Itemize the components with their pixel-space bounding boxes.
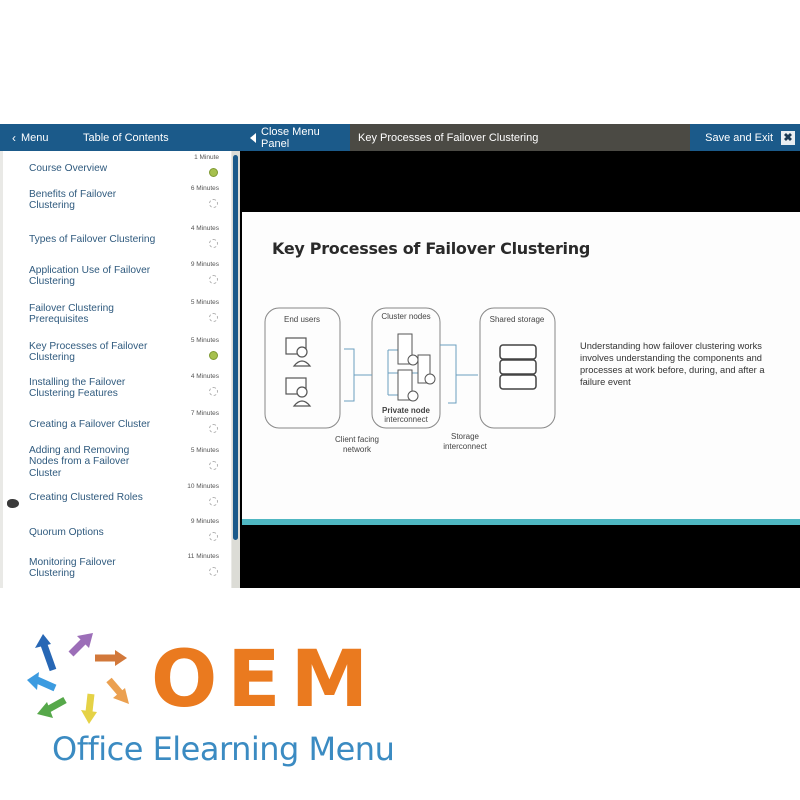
status-not-started-icon: [209, 497, 218, 506]
lesson-title: Key Processes of Failover Clustering: [350, 124, 690, 151]
status-not-started-icon: [209, 313, 218, 322]
toc-scrollbar-thumb[interactable]: [233, 155, 238, 540]
storage-interconnect-label: interconnect: [443, 442, 487, 451]
player-top-bar: ‹ Menu Table of Contents Close Menu Pane…: [0, 124, 800, 151]
toc-item-label: Application Use of Failover Clustering: [29, 264, 151, 288]
status-not-started-icon: [209, 532, 218, 541]
close-menu-panel-label: Close Menu Panel: [261, 125, 320, 150]
toc-item-label: Creating a Failover Cluster: [29, 419, 151, 431]
toc-item-duration: 10 Minutes: [187, 483, 219, 490]
toc-item-label: Types of Failover Clustering: [29, 234, 156, 246]
storage-label: Storage: [451, 432, 480, 441]
status-not-started-icon: [209, 387, 218, 396]
toc-item[interactable]: Failover Clustering Prerequisites 5 Minut…: [3, 296, 231, 332]
toc-item[interactable]: Monitoring Failover Clustering 11 Minutes: [3, 550, 231, 586]
toc-item-label: Failover Clustering Prerequisites: [29, 302, 114, 326]
toc-item-label: Quorum Options: [29, 527, 104, 539]
toc-item[interactable]: Application Use of Failover Clustering 9 …: [3, 258, 231, 294]
toc-item-duration: 11 Minutes: [187, 553, 219, 560]
menu-label: Menu: [21, 131, 49, 144]
toc-item-label: Benefits of Failover Clustering: [29, 188, 117, 212]
status-not-started-icon: [209, 199, 218, 208]
save-and-exit-button[interactable]: Save and Exit ✖: [690, 124, 800, 151]
client-facing-label: Client facing: [335, 435, 379, 444]
oem-logo: OEM Office Elearning Menu: [25, 630, 395, 780]
current-lesson-marker-icon: [7, 499, 19, 508]
shared-storage-label: Shared storage: [490, 315, 545, 324]
logo-name: Office Elearning Menu: [52, 730, 395, 768]
database-icon: [499, 344, 537, 390]
toc-item-duration: 1 Minute: [194, 154, 219, 161]
toc-item-duration: 4 Minutes: [190, 225, 219, 232]
slide: Key Processes of Failover Clustering End…: [242, 212, 800, 519]
toc-item[interactable]: Quorum Options 9 Minutes: [3, 515, 231, 551]
toc-item-label: Adding and Removing Nodes from a Failove…: [29, 444, 130, 479]
toc-item-duration: 7 Minutes: [190, 410, 219, 417]
slide-title: Key Processes of Failover Clustering: [272, 239, 590, 258]
toc-item[interactable]: Benefits of Failover Clustering 6 Minutes: [3, 182, 231, 218]
slide-accent-bar: [242, 519, 800, 525]
toc-sidebar: Course Overview 1 Minute Benefits of Failo…: [0, 151, 240, 588]
status-not-started-icon: [209, 239, 218, 248]
close-menu-panel-button[interactable]: Close Menu Panel: [240, 124, 350, 151]
toc-item-duration: 5 Minutes: [190, 337, 219, 344]
end-user-icon: [285, 377, 312, 407]
cluster-nodes-label: Cluster nodes: [381, 312, 430, 321]
status-not-started-icon: [209, 424, 218, 433]
status-complete-icon: [209, 351, 218, 360]
toc-list: Course Overview 1 Minute Benefits of Failo…: [3, 151, 231, 588]
toc-item-label: Installing the Failover Clustering Featu…: [29, 376, 126, 400]
toc-item-duration: 6 Minutes: [190, 185, 219, 192]
toc-item-duration: 5 Minutes: [190, 299, 219, 306]
save-and-exit-label: Save and Exit: [705, 131, 773, 144]
chevron-left-icon: ‹: [12, 130, 16, 145]
logo-acronym: OEM: [151, 635, 379, 725]
toc-item-duration: 4 Minutes: [190, 373, 219, 380]
toc-item[interactable]: Installing the Failover Clustering Featu…: [3, 370, 231, 406]
interconnect-label: interconnect: [384, 415, 428, 424]
toc-item-label: Key Processes of Failover Clustering: [29, 340, 148, 364]
end-users-box: [264, 307, 341, 429]
toc-item-label: Monitoring Failover Clustering: [29, 556, 116, 580]
toc-item[interactable]: Types of Failover Clustering 4 Minutes: [3, 222, 231, 258]
end-user-icon: [285, 337, 312, 367]
caret-left-icon: [250, 132, 256, 143]
toc-item-duration: 5 Minutes: [190, 447, 219, 454]
status-not-started-icon: [209, 275, 218, 284]
status-complete-icon: [209, 168, 218, 177]
close-icon: ✖: [781, 130, 795, 145]
private-node-label: Private node: [382, 406, 431, 415]
network-label: network: [343, 445, 372, 454]
toc-item-duration: 9 Minutes: [190, 261, 219, 268]
toc-item[interactable]: Key Processes of Failover Clustering 5 Mi…: [3, 334, 231, 370]
toc-item[interactable]: Adding and Removing Nodes from a Failove…: [3, 444, 231, 480]
failover-cluster-diagram: End users Cluster nodes Shared storage P…: [264, 307, 556, 454]
toc-item-duration: 9 Minutes: [190, 518, 219, 525]
status-not-started-icon: [209, 461, 218, 470]
toc-item[interactable]: Creating a Failover Cluster 7 Minutes: [3, 407, 231, 443]
slide-description: Understanding how failover clustering wo…: [580, 341, 765, 387]
client-network-bracket: [344, 348, 372, 402]
arrows-logo-icon: [27, 633, 129, 724]
end-users-label: End users: [284, 315, 320, 324]
menu-header: ‹ Menu Table of Contents: [0, 124, 240, 151]
server-node-icon: [397, 333, 436, 402]
status-not-started-icon: [209, 567, 218, 576]
toc-item[interactable]: Creating Clustered Roles 10 Minutes: [3, 480, 231, 516]
table-of-contents-heading: Table of Contents: [83, 131, 169, 144]
menu-button[interactable]: ‹ Menu: [12, 124, 49, 151]
storage-bracket: [440, 344, 478, 404]
toc-item-label: Creating Clustered Roles: [29, 492, 143, 504]
content-viewer: Key Processes of Failover Clustering End…: [240, 151, 800, 588]
